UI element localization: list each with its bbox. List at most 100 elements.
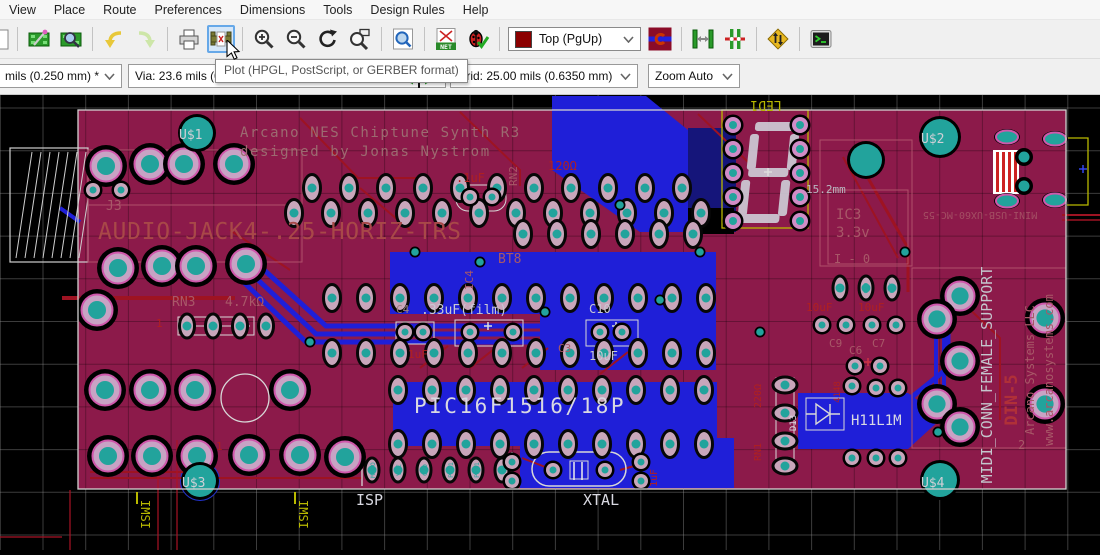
silk-rn1: RN1 [753, 443, 764, 461]
redraw-icon[interactable] [314, 25, 342, 53]
menu-view[interactable]: View [0, 2, 45, 18]
reg-pin-label: GND [863, 282, 870, 293]
silk-c4: C4 [396, 303, 410, 316]
silk-10uf-b: 10uF [858, 301, 885, 314]
silk-website: www.arcanosystems.com [1042, 294, 1056, 446]
silk-1a: 1 [156, 317, 163, 330]
menu-preferences[interactable]: Preferences [146, 2, 231, 18]
silk-rn1-value: 220Ω [753, 384, 764, 408]
silk-u1: U$1 [179, 128, 202, 143]
silk-title1: Arcano NES Chiptune Synth R3 [240, 125, 521, 141]
silk-120ohm: 120Ω [548, 159, 577, 173]
chevron-down-icon [722, 73, 733, 80]
silk-u4: U$4 [921, 476, 945, 491]
toolbar-separator [242, 27, 243, 51]
silk-ic3-io: I - 0 [834, 252, 870, 266]
silk-dimension: 15.2mm [806, 183, 846, 196]
silk-c4-value: .33uF(film) [421, 303, 507, 318]
plot-button[interactable] [207, 25, 235, 53]
module-editor-icon[interactable] [25, 25, 53, 53]
silk-1b: 1 [216, 440, 223, 453]
layer-color-swatch [515, 31, 532, 48]
find-icon[interactable] [389, 25, 417, 53]
zoom-to-selection-icon[interactable] [346, 25, 374, 53]
silk-led1: LED1 [750, 97, 781, 112]
toolbar-separator [424, 27, 425, 51]
silk-xtal: XTAL [583, 491, 619, 509]
silk-c7: C7 [872, 337, 885, 350]
isp-pin-label: VCC [395, 464, 403, 476]
menu-design-rules[interactable]: Design Rules [361, 2, 453, 18]
reg-pin-label: OUT [889, 282, 896, 293]
silk-title2: designed by Jonas Nystrom [240, 144, 491, 160]
silk-c6: C6 [849, 344, 862, 357]
silk-rn3: RN3 [172, 295, 195, 310]
window-header: View Place Route Preferences Dimensions … [0, 0, 1100, 95]
layer-selector[interactable]: Top (PgUp) [508, 27, 641, 51]
grid-size-combo[interactable]: Grid: 25.00 mils (0.6350 mm) [450, 64, 638, 88]
clipped-icon[interactable] [0, 25, 10, 53]
silk-imsi-b: IMSI [296, 500, 310, 529]
track-width-value: mils (0.250 mm) * [5, 69, 99, 83]
silk-1uf-mid: 1uF [408, 348, 428, 361]
zoom-level-value: Zoom Auto [655, 69, 713, 83]
menu-dimensions[interactable]: Dimensions [231, 2, 314, 18]
swap-layers-icon[interactable] [764, 25, 792, 53]
menu-route[interactable]: Route [94, 2, 145, 18]
silk-c9: C9 [829, 337, 842, 350]
silk-c3: C3 [558, 342, 571, 355]
silk-usb-part: MINI-USB-UX60-MC-55 [923, 209, 1037, 220]
silk-1uf-br: 1uF [649, 469, 660, 487]
menu-help[interactable]: Help [454, 2, 498, 18]
drc-ladybug-icon[interactable] [464, 25, 492, 53]
toolbar-separator [499, 27, 500, 51]
chevron-down-icon [104, 73, 115, 80]
silk-10uf-a: 10uF [806, 301, 833, 314]
print-icon[interactable] [175, 25, 203, 53]
undo-icon[interactable] [100, 25, 128, 53]
silk-din5: DIN-5 [1002, 374, 1022, 425]
toolbar-separator [92, 27, 93, 51]
silk-bt8: BT8 [498, 252, 521, 267]
plot-tooltip: Plot (HPGL, PostScript, or GERBER format… [215, 59, 468, 83]
silk-imsi-a: IMSI [138, 500, 152, 529]
netlist-icon[interactable]: NET [432, 25, 460, 53]
reg-pin-label: IN [837, 284, 844, 292]
menu-place[interactable]: Place [45, 2, 94, 18]
chevron-down-icon [623, 36, 634, 43]
silk-rn3-value: 4.7kΩ [225, 295, 264, 310]
silk-ic4: IC4 [463, 270, 476, 290]
track-display-mode-icon[interactable] [646, 25, 674, 53]
zoom-level-combo[interactable]: Zoom Auto [648, 64, 740, 88]
scripting-console-icon[interactable] [807, 25, 835, 53]
silk-c10-value: 10uF [589, 349, 618, 363]
toolbar-separator [167, 27, 168, 51]
silk-arcano: Arcano Systems LLC [1023, 305, 1037, 435]
silk-pic-label: PIC16F1516/18P [414, 394, 626, 418]
toolbar-separator [681, 27, 682, 51]
isp-pin-label: MISO [369, 462, 377, 478]
silk-isp: ISP [356, 491, 383, 509]
zoom-in-icon[interactable] [250, 25, 278, 53]
silk-midi-support: MIDI_CONN_FEMALE_SUPPORT [978, 267, 996, 484]
track-width-combo[interactable]: mils (0.250 mm) * [0, 64, 122, 88]
toolbar-separator [17, 27, 18, 51]
main-toolbar: NET Top (PgUp) [0, 20, 1100, 59]
toolbar-separator [799, 27, 800, 51]
silk-h11l1: H11L1M [851, 413, 902, 429]
module-browser-icon[interactable] [57, 25, 85, 53]
redo-icon[interactable] [132, 25, 160, 53]
isp-pin-label: GND [421, 464, 429, 476]
isp-pin-label: PGD1 [447, 462, 455, 478]
zoom-out-icon[interactable] [282, 25, 310, 53]
menu-tools[interactable]: Tools [314, 2, 361, 18]
silk-d13-value: 4148 [833, 381, 843, 403]
isp-pin-label: PGC1 [473, 462, 481, 478]
chevron-down-icon [620, 73, 631, 80]
silk-d13: D13 [789, 415, 799, 431]
toolbar-separator [756, 27, 757, 51]
grid-size-value: Grid: 25.00 mils (0.6350 mm) [457, 69, 612, 83]
toolbar-separator [381, 27, 382, 51]
ratsnest-icon[interactable] [721, 25, 749, 53]
move-footprints-icon[interactable] [689, 25, 717, 53]
